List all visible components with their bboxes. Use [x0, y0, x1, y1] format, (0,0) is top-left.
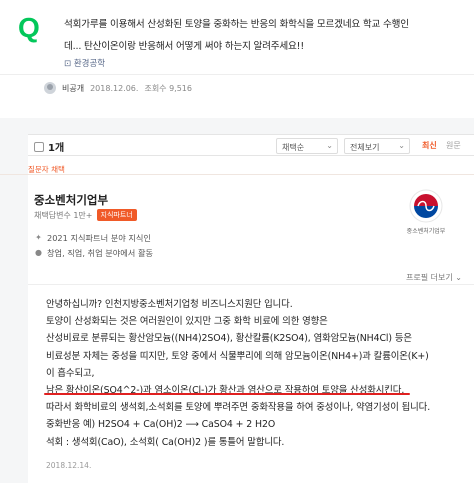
- answer-toolbar: 1개 채택순 ⌄ 전체보기 ⌄ 최신 원문: [28, 134, 474, 156]
- answer-icon: [34, 142, 44, 152]
- answer-line: 석회 : 생석회(CaO), 소석회( Ca(OH)2 )를 통틀어 말합니다.: [46, 436, 285, 448]
- chat-icon: ●: [35, 248, 42, 257]
- answer-line: 산성비료로 분류되는 황산암모늄((NH4)2SO4), 황산칼륨(K2SO4)…: [46, 333, 412, 345]
- expert-name[interactable]: 중소벤처기업부: [34, 192, 108, 208]
- red-underline: [44, 393, 411, 396]
- question-meta: 비공개 2018.12.06. 조회수 9,516: [44, 82, 192, 94]
- question-header: Q 석회가루를 이용해서 산성화된 토양을 중화하는 반응의 화학식을 모르겠네…: [0, 0, 474, 118]
- sort-latest[interactable]: 최신: [422, 140, 437, 151]
- question-line-2: 데... 탄산이온이랑 반응해서 어떻게 써야 하는지 알려주세요!!: [64, 41, 304, 52]
- answer-line: 토양이 산성화되는 것은 여러원인이 있지만 그중 화학 비료에 의한 영향은: [46, 316, 328, 328]
- expert-info: ✦ 2021 지식파트너 분야 지식인 ● 창업, 직업, 취업 분야에서 활동: [34, 230, 394, 260]
- answer-line: 비료성분 자체는 중성을 띠지만, 토양 중에서 식물뿌리에 의해 암모늄이온(…: [46, 350, 429, 362]
- answer-body: 안녕하십니까? 인천지방중소벤처기업청 비즈니스지원단 입니다. 토양이 산성화…: [44, 296, 466, 451]
- divider: [28, 284, 474, 285]
- chevron-down-icon: ⌄: [398, 141, 405, 150]
- government-emblem-icon: [409, 189, 443, 223]
- question-line-1: 석회가루를 이용해서 산성화된 토양을 중화하는 반응의 화학식을 모르겠네요 …: [64, 19, 409, 30]
- profile-more-link[interactable]: 프로필 더보기 ⌄: [406, 272, 462, 283]
- answer-card: 질문자 채택 중소벤처기업부 채택답변수 1만+ 지식파트너 중소벤처기업부 ✦…: [0, 156, 474, 483]
- view-count: 조회수 9,516: [144, 83, 192, 93]
- sort-select[interactable]: 채택순 ⌄: [276, 138, 338, 154]
- section-gap: [0, 118, 474, 134]
- answer-line: 따라서 화학비료의 생석회,소석회를 토양에 뿌려주면 중화작용을 하여 중성이…: [46, 402, 431, 414]
- answer-line: 이 흡수되고,: [46, 367, 95, 379]
- author-name: 비공개: [62, 83, 85, 93]
- question-text: 석회가루를 이용해서 산성화된 토양을 중화하는 반응의 화학식을 모르겠네요 …: [64, 14, 459, 58]
- divider: [0, 174, 474, 175]
- divider: [0, 74, 474, 75]
- chevron-down-icon: ⌄: [326, 141, 333, 150]
- category-tag[interactable]: ⊡ 환경공학: [64, 57, 105, 69]
- sort-original[interactable]: 원문: [446, 140, 461, 151]
- gov-emblem-label: 중소벤처기업부: [406, 228, 446, 235]
- question-date: 2018.12.06.: [90, 83, 139, 93]
- view-filter-select[interactable]: 전체보기 ⌄: [344, 138, 410, 154]
- answer-line: 안녕하십니까? 인천지방중소벤처기업청 비즈니스지원단 입니다.: [46, 299, 293, 310]
- info-row: ● 창업, 직업, 취업 분야에서 활동: [35, 247, 154, 258]
- info-row: ✦ 2021 지식파트너 분야 지식인: [35, 232, 151, 243]
- avatar: [44, 82, 56, 94]
- expert-sub: 채택답변수 1만+ 지식파트너: [34, 209, 137, 221]
- partner-badge: 지식파트너: [96, 209, 137, 221]
- sparkle-icon: ✦: [35, 233, 42, 242]
- answer-date: 2018.12.14.: [46, 461, 92, 470]
- question-mark-icon: Q: [18, 12, 40, 43]
- highlighted-line: 남은 황산이온(SO4^2-)과 염소이온(Cl-)가 황산과 염산으로 작용하…: [44, 382, 466, 399]
- answer-line: 중화반응 예) H2SO4 + Ca(OH)2 ⟶ CaSO4 + 2 H2O: [46, 419, 276, 431]
- answer-count: 1개: [34, 139, 64, 154]
